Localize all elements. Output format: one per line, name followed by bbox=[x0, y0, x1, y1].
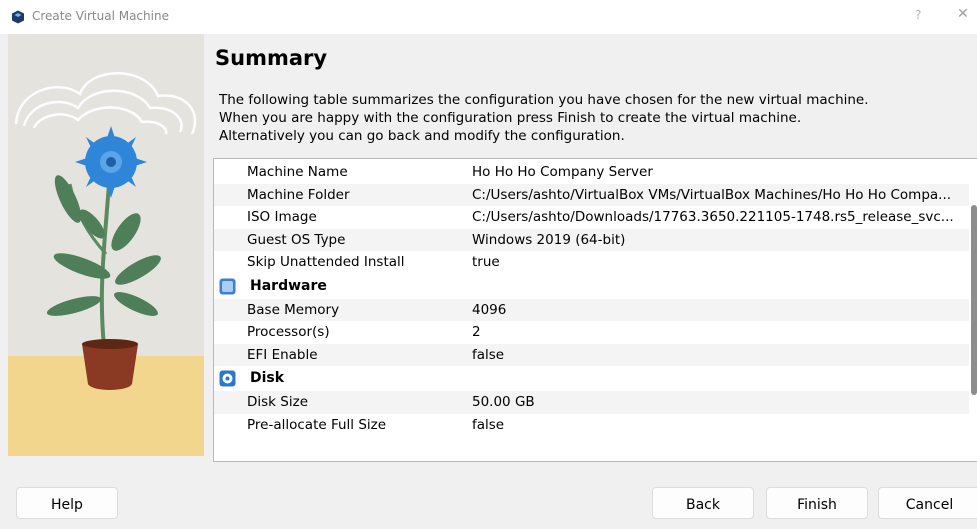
row-value: false bbox=[472, 346, 505, 363]
cancel-button[interactable]: Cancel bbox=[878, 487, 977, 519]
disk-section-header: Disk bbox=[214, 366, 969, 391]
table-row: Machine Folder C:/Users/ashto/VirtualBox… bbox=[214, 183, 969, 206]
table-row: Base Memory 4096 bbox=[214, 298, 969, 321]
row-value: false bbox=[472, 416, 505, 433]
hardware-section-header: Hardware bbox=[214, 274, 969, 299]
table-scrollbar[interactable] bbox=[969, 159, 977, 461]
row-value: 4096 bbox=[472, 301, 507, 318]
row-key: Disk Size bbox=[247, 394, 309, 410]
scrollbar-thumb[interactable] bbox=[971, 205, 977, 395]
summary-description: The following table summarizes the confi… bbox=[219, 91, 919, 145]
title-bar: Create Virtual Machine ? ✕ bbox=[0, 0, 977, 34]
table-row: Skip Unattended Install true bbox=[214, 251, 969, 274]
chip-icon bbox=[219, 278, 236, 294]
row-value: true bbox=[472, 254, 500, 270]
row-value: 2 bbox=[472, 324, 481, 340]
window-title: Create Virtual Machine bbox=[32, 9, 169, 23]
row-key: Base Memory bbox=[247, 301, 340, 318]
close-icon[interactable]: ✕ bbox=[957, 6, 969, 22]
virtualbox-icon bbox=[12, 10, 24, 24]
row-value: Ho Ho Ho Company Server bbox=[472, 164, 653, 180]
page-title: Summary bbox=[215, 46, 328, 70]
row-key: Processor(s) bbox=[247, 324, 330, 340]
row-key: Machine Name bbox=[247, 164, 348, 180]
table-row: Machine Name Ho Ho Ho Company Server bbox=[214, 161, 969, 184]
summary-table[interactable]: Machine Name Ho Ho Ho Company Server Mac… bbox=[213, 158, 977, 462]
description-line: The following table summarizes the confi… bbox=[219, 92, 869, 108]
table-row: EFI Enable false bbox=[214, 343, 969, 366]
row-key: Machine Folder bbox=[247, 186, 350, 203]
table-row: Disk Size 50.00 GB bbox=[214, 391, 969, 414]
row-value: 50.00 GB bbox=[472, 394, 535, 410]
help-icon[interactable]: ? bbox=[915, 8, 921, 22]
row-value: Windows 2019 (64-bit) bbox=[472, 231, 626, 248]
row-key: EFI Enable bbox=[247, 346, 318, 363]
back-button[interactable]: Back bbox=[652, 487, 754, 519]
help-button[interactable]: Help bbox=[16, 487, 118, 519]
row-key: Guest OS Type bbox=[247, 231, 346, 248]
row-key: ISO Image bbox=[247, 209, 317, 225]
description-line: Alternatively you can go back and modify… bbox=[219, 128, 625, 144]
table-row: Pre-allocate Full Size false bbox=[214, 414, 969, 437]
row-key: Pre-allocate Full Size bbox=[247, 416, 387, 433]
finish-button[interactable]: Finish bbox=[766, 487, 868, 519]
description-line: When you are happy with the configuratio… bbox=[219, 110, 802, 126]
table-row: Guest OS Type Windows 2019 (64-bit) bbox=[214, 228, 969, 251]
section-label: Disk bbox=[250, 370, 285, 386]
table-row: Processor(s) 2 bbox=[214, 321, 969, 344]
table-row: ISO Image C:/Users/ashto/Downloads/17763… bbox=[214, 206, 969, 229]
row-value: C:/Users/ashto/Downloads/17763.3650.2211… bbox=[472, 209, 954, 225]
section-label: Hardware bbox=[250, 277, 327, 294]
row-key: Skip Unattended Install bbox=[247, 254, 405, 270]
row-value: C:/Users/ashto/VirtualBox VMs/VirtualBox… bbox=[472, 186, 952, 203]
wizard-illustration bbox=[8, 34, 204, 456]
disk-icon bbox=[219, 370, 236, 387]
